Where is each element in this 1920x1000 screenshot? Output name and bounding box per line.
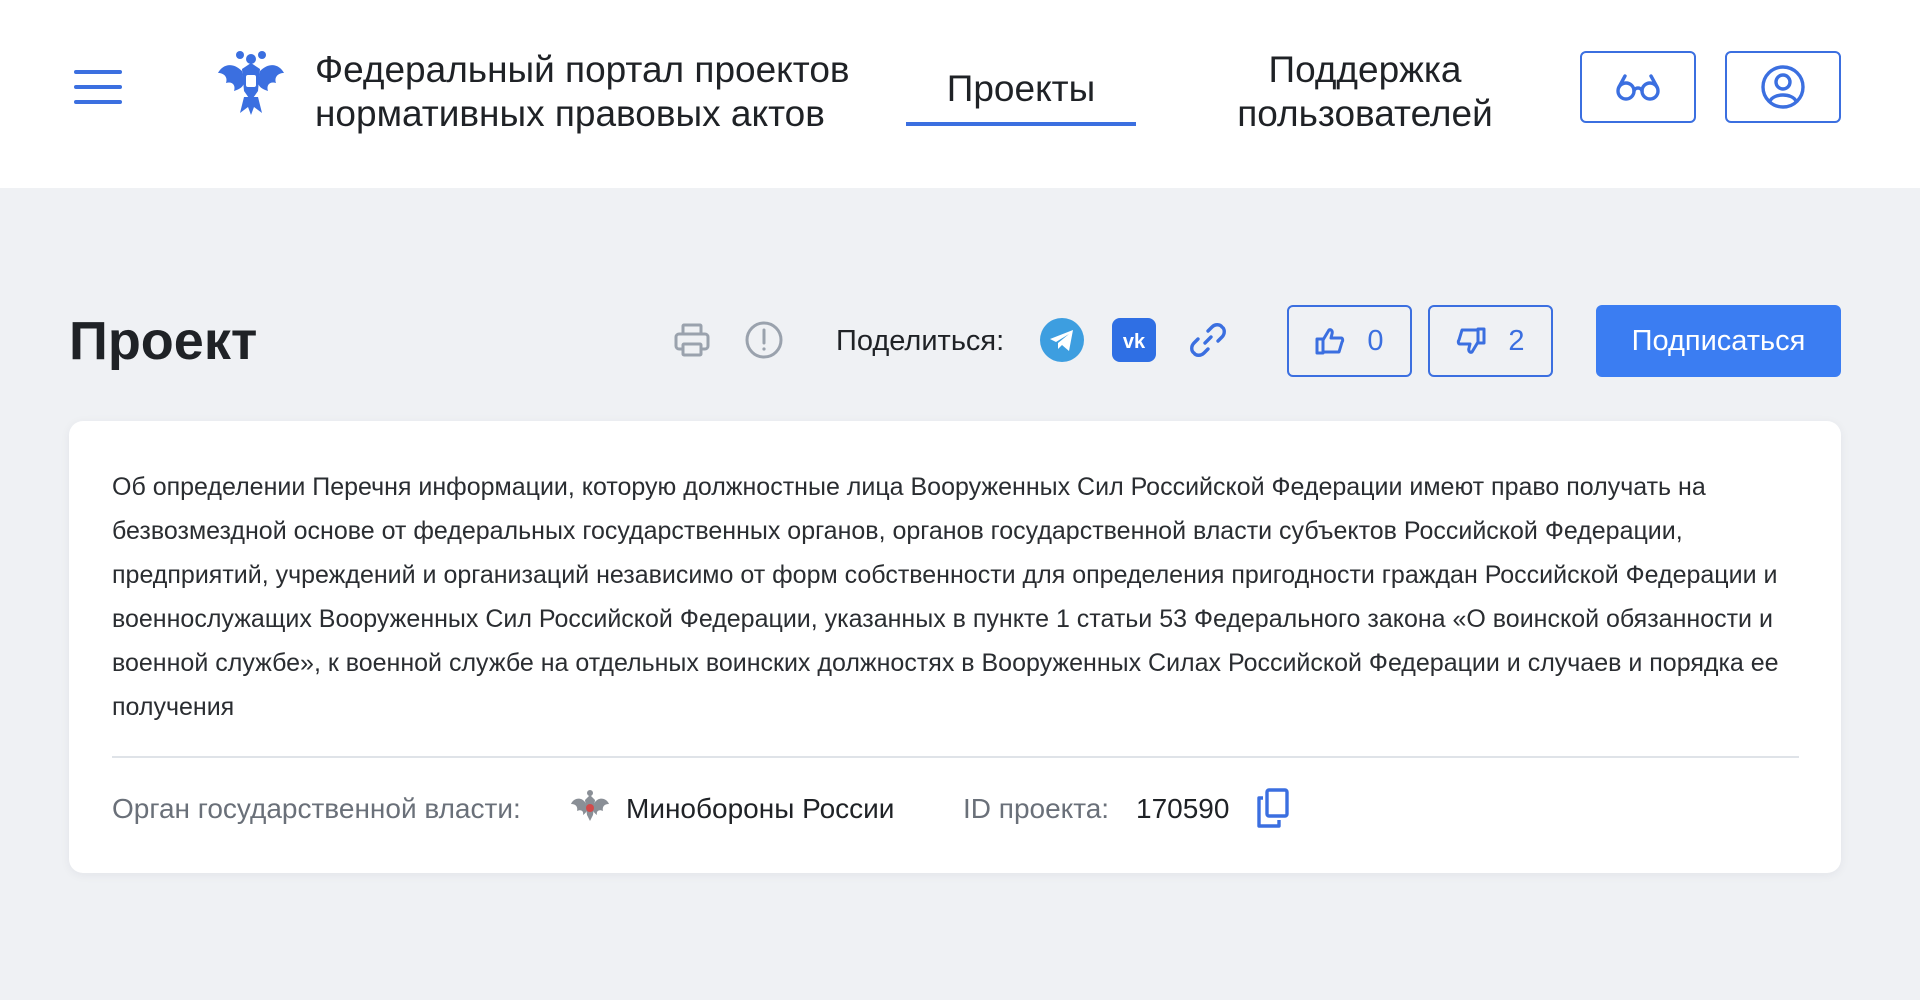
ministry-emblem-icon [571,790,609,821]
vk-icon[interactable]: vk [1112,318,1156,362]
dislike-button[interactable]: 2 [1428,305,1553,377]
hamburger-menu-icon[interactable] [74,70,122,104]
nav-support-line-2: пользователей [1237,93,1493,134]
user-profile-icon [1761,65,1805,109]
glasses-icon [1616,74,1660,101]
site-header: Федеральный портал проектов нормативных … [0,0,1920,188]
copy-icon[interactable] [1253,786,1293,830]
like-button[interactable]: 0 [1287,305,1412,377]
accessibility-button[interactable] [1580,51,1696,123]
link-icon[interactable] [1186,318,1230,362]
page-title: Проект [69,311,258,371]
coat-of-arms-icon [218,51,284,115]
thumbs-down-icon [1457,327,1486,354]
thumbs-up-icon [1315,328,1345,355]
dislike-count: 2 [1508,325,1525,357]
org-name[interactable]: Минобороны России [626,789,894,829]
exclamation-circle-icon[interactable] [744,320,784,360]
telegram-icon[interactable] [1040,318,1084,362]
project-id-value: 170590 [1136,793,1230,824]
project-card: Об определении Перечня информации, котор… [69,421,1841,873]
project-description: Об определении Перечня информации, котор… [112,473,1779,721]
nav-support-line-1: Поддержка [1268,49,1462,90]
like-count: 0 [1367,325,1384,357]
nav-tab-support[interactable]: Поддержка пользователей [1210,48,1520,136]
subscribe-button[interactable]: Подписаться [1596,305,1841,377]
svg-text:vk: vk [1123,331,1146,353]
printer-icon[interactable] [672,320,712,360]
org-label: Орган государственной власти: [112,793,521,824]
portal-title[interactable]: Федеральный портал проектов нормативных … [315,48,850,136]
share-label: Поделиться: [836,325,1005,357]
project-id-label: ID проекта: [963,793,1110,824]
card-divider [112,756,1799,758]
portal-title-line-2: нормативных правовых актов [315,93,825,134]
nav-tab-projects[interactable]: Проекты [906,64,1136,126]
profile-button[interactable] [1725,51,1841,123]
portal-title-line-1: Федеральный портал проектов [315,49,850,90]
